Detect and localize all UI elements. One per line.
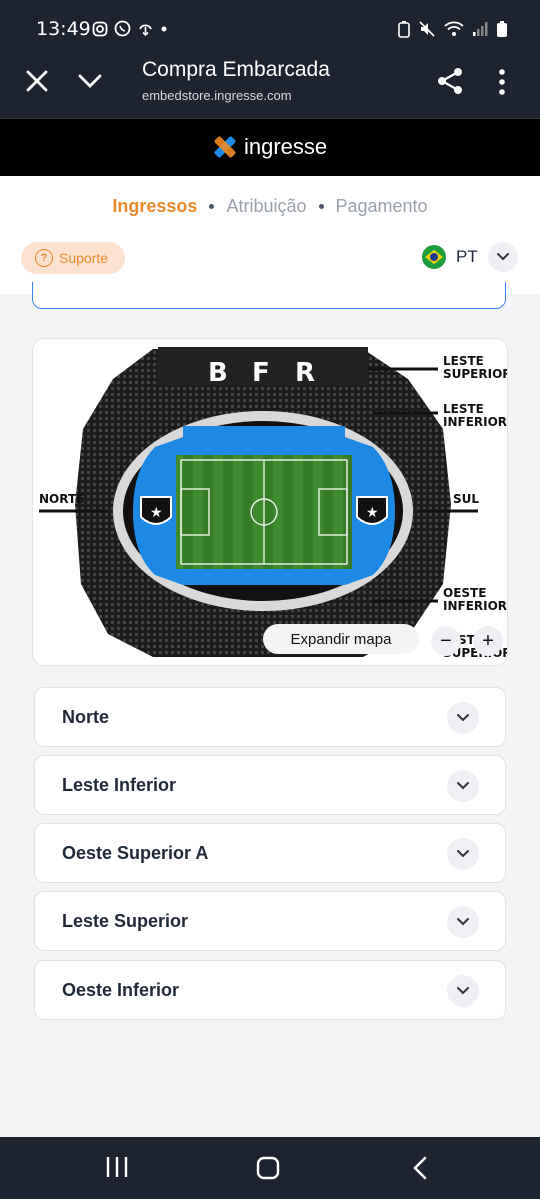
expand-sector-button[interactable] [447, 906, 479, 938]
status-bar: 13:49 [0, 0, 540, 56]
sector-name: Oeste Superior A [62, 843, 209, 863]
status-left-icons [92, 20, 168, 37]
label-leste-inferior-1: LESTE [443, 402, 484, 416]
expand-map-button[interactable]: Expandir mapa [263, 624, 419, 654]
language-code: PT [456, 247, 478, 266]
mute-icon [419, 21, 435, 37]
chevron-down-icon[interactable] [76, 70, 104, 92]
ingresse-logo-icon [214, 136, 236, 158]
letter-b: B [208, 358, 228, 388]
sector-leste-superior[interactable]: Leste Superior [34, 891, 506, 951]
label-sul: SUL [453, 492, 479, 506]
brazil-flag-icon [422, 245, 446, 269]
chevron-down-icon [457, 782, 469, 790]
signal-icon [473, 22, 488, 36]
brand-bar: ingresse [0, 118, 540, 176]
home-icon[interactable] [255, 1155, 281, 1181]
sector-name: Norte [62, 707, 110, 727]
close-icon[interactable] [24, 68, 50, 94]
status-time: 13:49 [36, 18, 91, 40]
step-pagamento[interactable]: Pagamento [336, 196, 428, 217]
sector-norte[interactable]: Norte [34, 687, 506, 747]
instagram-icon [92, 21, 108, 36]
expand-sector-button[interactable] [447, 770, 479, 802]
wifi-icon [444, 21, 464, 36]
recent-apps-icon[interactable] [104, 1155, 130, 1179]
sector-leste-inferior[interactable]: Leste Inferior [34, 755, 506, 815]
letter-f: F [252, 358, 270, 388]
language-selector[interactable]: PT [422, 242, 518, 272]
chevron-down-icon [457, 714, 469, 722]
download-icon [139, 24, 152, 37]
chevron-down-icon [457, 918, 469, 926]
stadium-map[interactable]: B F R ★ ★ LESTE SUPERIOR LESTE INFERIOR … [32, 338, 508, 666]
sector-name: Leste Inferior [62, 775, 177, 795]
label-norte: NORTE [39, 492, 84, 506]
help-icon: ? [35, 249, 53, 267]
android-nav-bar [0, 1137, 540, 1199]
brand-name: ingresse [244, 134, 328, 159]
browser-title: Compra Embarcada [142, 58, 330, 81]
status-right-icons [398, 20, 508, 38]
step-ingressos[interactable]: Ingressos [112, 196, 197, 217]
checkout-steps: Ingressos Atribuição Pagamento [0, 196, 540, 217]
stadium-map-graphic[interactable]: B F R ★ ★ LESTE SUPERIOR LESTE INFERIOR … [33, 339, 508, 666]
zoom-in-button[interactable]: + [473, 626, 503, 656]
partial-input-field[interactable] [32, 282, 506, 309]
label-leste-inferior-2: INFERIOR [443, 415, 507, 429]
svg-text:★: ★ [150, 504, 163, 520]
expand-sector-button[interactable] [447, 702, 479, 734]
step-separator [209, 204, 215, 209]
browser-url: embedstore.ingresse.com [142, 88, 292, 103]
crest-right: ★ [356, 496, 388, 525]
expand-sector-button[interactable] [447, 975, 479, 1007]
whatsapp-icon [114, 20, 131, 37]
support-button[interactable]: ? Suporte [21, 242, 125, 274]
zoom-out-button[interactable]: − [431, 626, 461, 656]
chevron-down-icon [457, 987, 469, 995]
step-atribuicao[interactable]: Atribuição [226, 196, 306, 217]
checkout-header: Ingressos Atribuição Pagamento ? Suporte… [0, 176, 540, 294]
back-icon[interactable] [410, 1155, 430, 1181]
sector-oeste-superior-a[interactable]: Oeste Superior A [34, 823, 506, 883]
label-leste-superior-2: SUPERIOR [443, 367, 508, 381]
label-oeste-inferior-1: OESTE [443, 586, 486, 600]
label-oeste-inferior-2: INFERIOR [443, 599, 507, 613]
battery-icon [497, 21, 507, 37]
support-label: Suporte [59, 250, 109, 266]
sector-oeste-inferior[interactable]: Oeste Inferior [34, 960, 506, 1020]
letter-r: R [295, 358, 315, 388]
expand-sector-button[interactable] [447, 838, 479, 870]
sector-name: Leste Superior [62, 911, 189, 931]
label-leste-superior-1: LESTE [443, 354, 484, 368]
sector-name: Oeste Inferior [62, 980, 180, 1000]
chevron-down-icon [496, 253, 509, 261]
dot-icon [161, 26, 167, 31]
brand-logo: ingresse [212, 134, 327, 160]
chevron-down-icon [457, 850, 469, 858]
battery-saver-icon [398, 21, 410, 38]
stand-letters: B F R [208, 358, 315, 388]
svg-text:★: ★ [366, 504, 379, 520]
browser-toolbar: Compra Embarcada embedstore.ingresse.com [0, 56, 540, 118]
more-options-icon[interactable] [496, 68, 508, 96]
crest-left: ★ [140, 496, 172, 525]
language-dropdown-button[interactable] [487, 242, 518, 272]
step-separator [318, 204, 324, 209]
share-icon[interactable] [436, 66, 464, 96]
